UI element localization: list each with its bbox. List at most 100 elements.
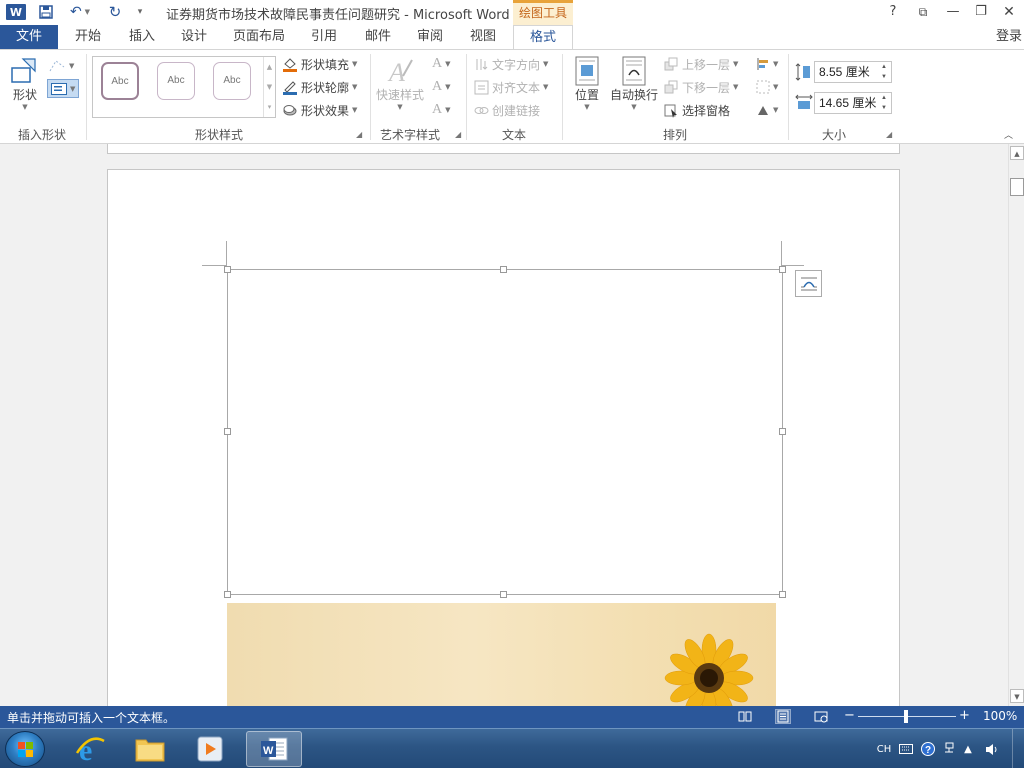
network-icon[interactable] <box>940 729 958 768</box>
wrap-text-label: 自动换行 <box>609 88 658 102</box>
shape-style-item[interactable]: Abc <box>213 62 251 100</box>
taskbar-file-explorer[interactable] <box>122 731 178 767</box>
shape-styles-gallery[interactable]: Abc Abc Abc ▲ ▼ ▾ <box>92 56 276 118</box>
show-hidden-icons[interactable]: ▲ <box>961 729 975 768</box>
shape-effects-icon <box>283 105 297 116</box>
help-circle-icon[interactable]: ? <box>919 729 937 768</box>
media-player-icon <box>197 736 223 762</box>
tab-layout[interactable]: 页面布局 <box>228 25 290 49</box>
rotate-button[interactable]: ▼ <box>756 100 778 120</box>
group-objects-icon <box>756 80 770 94</box>
resize-handle[interactable] <box>500 591 507 598</box>
read-mode-icon[interactable] <box>737 709 753 724</box>
close-button[interactable]: ✕ <box>994 0 1024 24</box>
height-spinner[interactable]: ▲ ▼ <box>881 62 889 82</box>
zoom-slider-thumb[interactable] <box>904 710 908 723</box>
ribbon-tabs: 文件 开始 插入 设计 页面布局 引用 邮件 审阅 视图 格式 登录 <box>0 25 1024 50</box>
keyboard-icon[interactable] <box>897 729 915 768</box>
tab-review[interactable]: 审阅 <box>408 25 452 49</box>
group-objects-button: ▼ <box>756 77 778 97</box>
language-indicator[interactable]: CH <box>874 729 894 768</box>
tab-format[interactable]: 格式 <box>513 25 573 50</box>
zoom-level[interactable]: 100% <box>983 709 1017 723</box>
word-app-icon[interactable]: W <box>6 4 26 20</box>
width-spinner[interactable]: ▲ ▼ <box>881 93 889 113</box>
cover-image[interactable] <box>227 603 776 706</box>
resize-handle[interactable] <box>224 428 231 435</box>
shape-height-input[interactable]: 8.55 厘米 ▲ ▼ <box>814 61 892 83</box>
shapes-button[interactable]: 形状 ▼ <box>6 56 44 111</box>
wordart-launcher-icon[interactable]: ◢ <box>455 130 461 139</box>
web-layout-icon[interactable] <box>813 709 829 724</box>
tab-references[interactable]: 引用 <box>302 25 346 49</box>
ribbon-display-options-button[interactable]: ⧉ <box>908 0 938 24</box>
taskbar-media-player[interactable] <box>182 731 238 767</box>
tab-home[interactable]: 开始 <box>66 25 110 49</box>
tab-view[interactable]: 视图 <box>461 25 505 49</box>
gallery-up-icon[interactable]: ▲ <box>264 57 275 77</box>
wrap-text-button[interactable]: 自动换行 ▼ <box>608 56 660 111</box>
collapse-ribbon-icon[interactable]: ︿ <box>1004 128 1013 141</box>
zoom-out-button[interactable]: − <box>844 708 855 723</box>
tab-file[interactable]: 文件 <box>0 25 58 49</box>
print-layout-icon[interactable] <box>775 709 791 724</box>
redo-icon[interactable]: ↻ <box>106 3 124 21</box>
text-fill-icon: A <box>432 56 443 71</box>
layout-options-button[interactable] <box>795 270 822 297</box>
taskbar-word[interactable]: W <box>246 731 302 767</box>
shape-style-item[interactable]: Abc <box>101 62 139 100</box>
gallery-more-icon[interactable]: ▾ <box>264 97 275 117</box>
text-box-button[interactable]: ▼ <box>47 79 79 98</box>
shape-outline-button[interactable]: 形状轮廓 ▼ <box>282 77 357 97</box>
position-button[interactable]: 位置 ▼ <box>570 56 604 111</box>
selection-pane-button[interactable]: 选择窗格 <box>664 100 730 120</box>
zoom-in-button[interactable]: + <box>959 708 970 723</box>
resize-handle[interactable] <box>500 266 507 273</box>
resize-handle[interactable] <box>224 266 231 273</box>
shape-fill-button[interactable]: 形状填充 ▼ <box>282 54 357 74</box>
sign-in-link[interactable]: 登录 <box>996 25 1022 49</box>
shape-width-icon <box>795 94 813 113</box>
shape-width-input[interactable]: 14.65 厘米 ▲ ▼ <box>814 92 892 114</box>
gallery-down-icon[interactable]: ▼ <box>264 77 275 97</box>
group-separator <box>86 54 87 140</box>
wordart-icon: A <box>387 58 413 86</box>
size-launcher-icon[interactable]: ◢ <box>886 130 892 139</box>
windows-logo-icon <box>18 742 33 757</box>
start-button[interactable] <box>5 731 45 767</box>
edit-shape-icon <box>49 60 65 72</box>
help-button[interactable]: ? <box>878 0 908 24</box>
scroll-down-icon[interactable]: ▼ <box>1010 689 1024 703</box>
undo-icon[interactable]: ↶ ▼ <box>66 3 94 21</box>
send-backward-label: 下移一层 <box>682 80 731 95</box>
resize-handle[interactable] <box>779 266 786 273</box>
minimize-button[interactable]: — <box>938 0 968 24</box>
create-link-button: 创建链接 <box>474 100 540 120</box>
taskbar-internet-explorer[interactable]: e <box>62 731 118 767</box>
volume-icon[interactable] <box>983 729 1001 768</box>
gallery-scroll[interactable]: ▲ ▼ ▾ <box>263 57 275 117</box>
scroll-up-icon[interactable]: ▲ <box>1010 146 1024 160</box>
save-icon[interactable] <box>38 3 54 21</box>
resize-handle[interactable] <box>779 591 786 598</box>
text-effects-button: A ▼ <box>432 102 451 117</box>
group-separator <box>788 54 789 140</box>
restore-button[interactable]: ❐ <box>966 0 996 24</box>
resize-handle[interactable] <box>224 591 231 598</box>
tab-insert[interactable]: 插入 <box>120 25 164 49</box>
shape-styles-launcher-icon[interactable]: ◢ <box>356 130 362 139</box>
scroll-thumb[interactable] <box>1010 178 1024 196</box>
tab-mailings[interactable]: 邮件 <box>356 25 400 49</box>
selected-text-box[interactable] <box>227 269 783 595</box>
create-link-label: 创建链接 <box>492 103 541 118</box>
vertical-scrollbar[interactable]: ▲ ▼ <box>1008 144 1024 706</box>
align-objects-button[interactable]: ▼ <box>756 54 778 74</box>
document-area[interactable] <box>0 144 1008 706</box>
insert-shapes-group-label: 插入形状 <box>17 128 66 142</box>
tab-design[interactable]: 设计 <box>172 25 216 49</box>
shape-effects-button[interactable]: 形状效果 ▼ <box>282 100 357 120</box>
show-desktop-button[interactable] <box>1012 729 1024 768</box>
customize-qat-icon[interactable]: ▾ <box>134 3 146 21</box>
resize-handle[interactable] <box>779 428 786 435</box>
shape-style-item[interactable]: Abc <box>157 62 195 100</box>
